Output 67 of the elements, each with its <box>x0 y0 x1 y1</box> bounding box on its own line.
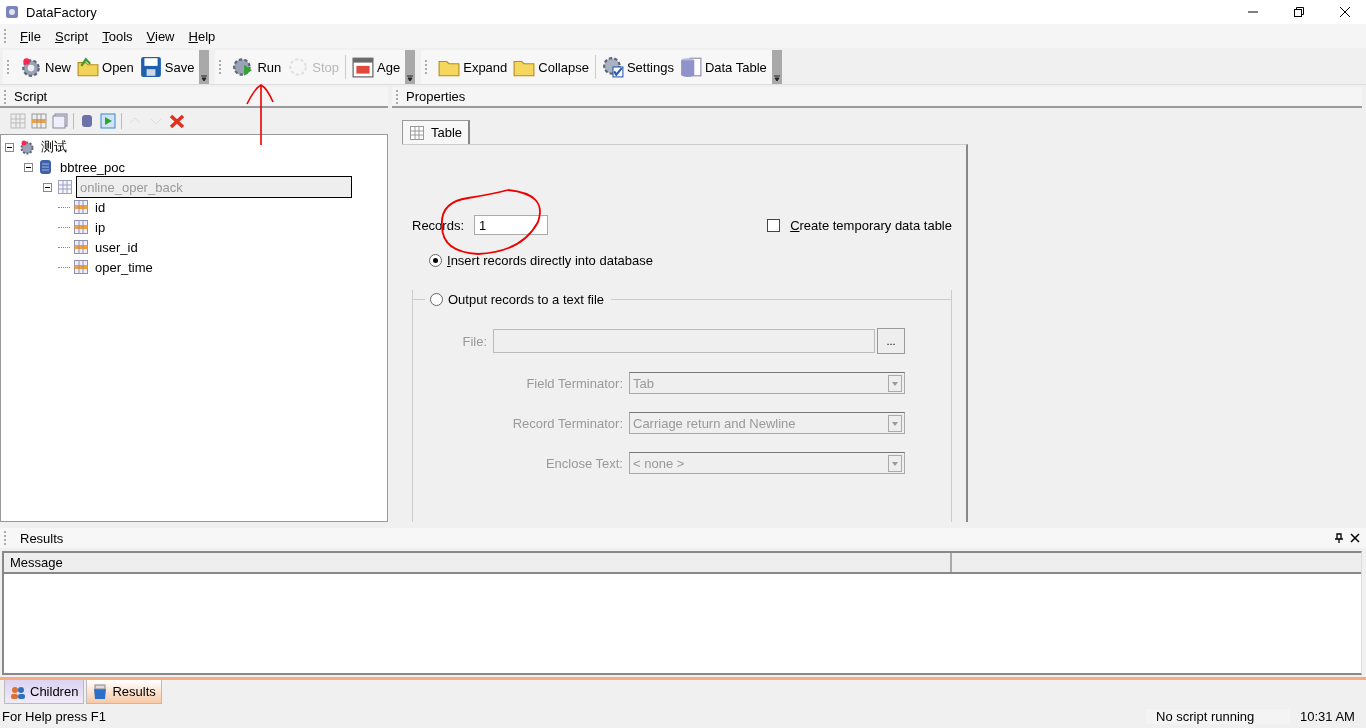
database-icon <box>38 159 54 175</box>
tree-item[interactable]: 测试 <box>38 136 70 158</box>
column-icon <box>73 259 89 275</box>
panel-title: Script <box>14 89 48 104</box>
toolbar-button[interactable]: Collapse <box>510 52 592 82</box>
database-icon <box>679 56 702 78</box>
close-icon[interactable] <box>1340 7 1350 17</box>
gear-icon <box>20 56 42 78</box>
expander-icon[interactable] <box>24 162 33 172</box>
menu-item[interactable]: Script <box>48 28 95 44</box>
tab[interactable]: Table <box>402 120 471 144</box>
pin-icon[interactable] <box>1334 533 1344 543</box>
delete-icon[interactable] <box>169 113 185 129</box>
menu-item[interactable]: View <box>140 28 181 44</box>
tree-item[interactable]: id <box>92 197 109 217</box>
menu-item[interactable]: Tools <box>96 28 139 44</box>
folder-icon <box>77 56 99 78</box>
toolbar-button[interactable]: Run <box>229 52 285 82</box>
select-label: Field Terminator: <box>525 375 623 391</box>
table-icon <box>57 179 73 195</box>
checkbox-label[interactable]: Create temporary data table <box>790 217 952 233</box>
panel-title: Properties <box>406 89 466 104</box>
menu-item[interactable]: File <box>14 28 47 44</box>
checkbox[interactable] <box>767 218 781 232</box>
table-icon <box>409 124 425 141</box>
gear-icon <box>601 56 624 78</box>
calendar-icon <box>352 56 375 78</box>
bucket-icon <box>92 683 109 700</box>
toolbar-button[interactable]: Expand <box>435 52 511 82</box>
gear-icon <box>19 139 35 155</box>
status-time: 10:31 AM <box>1299 708 1356 724</box>
toolbar-button[interactable]: Open <box>74 52 137 82</box>
panel-title: Results <box>20 530 64 546</box>
records-field[interactable]: 1 <box>474 215 549 235</box>
toolbar-button[interactable]: Save <box>136 52 198 82</box>
expander-icon[interactable] <box>5 142 14 152</box>
toolbar-overflow-icon[interactable] <box>199 50 210 84</box>
expander-icon[interactable] <box>43 182 52 192</box>
toolbar-button[interactable]: Age <box>349 52 404 82</box>
database-icon[interactable] <box>79 113 95 129</box>
status-text: No script running <box>1146 708 1290 724</box>
toolbar-overflow-icon[interactable] <box>405 50 416 84</box>
app-icon <box>4 4 20 20</box>
column-icon <box>73 219 89 235</box>
file-label: File: <box>461 333 487 349</box>
select-label: Record Terminator: <box>511 415 623 431</box>
toolbar-button[interactable]: Data Table <box>676 52 770 82</box>
tree-item[interactable]: user_id <box>92 237 141 257</box>
tree-item[interactable]: bbtree_poc <box>57 157 129 177</box>
gear-icon <box>232 56 255 78</box>
select-label: Enclose Text: <box>544 455 623 471</box>
tab[interactable]: Children <box>4 680 85 704</box>
restore-icon[interactable] <box>1294 7 1304 17</box>
tree-item[interactable]: oper_time <box>92 257 156 277</box>
toolbar-button[interactable]: New <box>17 52 74 82</box>
menu-item[interactable]: Help <box>182 28 222 44</box>
tree-item[interactable]: ip <box>92 217 109 237</box>
toolbar-button[interactable]: Settings <box>598 52 677 82</box>
radio-label[interactable]: Insert records directly into database <box>447 253 653 268</box>
column-icon <box>73 239 89 255</box>
column-icon <box>73 199 89 215</box>
radio-button[interactable] <box>429 254 442 267</box>
window-title: DataFactory <box>26 4 97 20</box>
status-text: For Help press F1 <box>2 708 108 724</box>
toolbar-overflow-icon[interactable] <box>771 50 782 84</box>
close-icon[interactable] <box>1350 533 1360 543</box>
tab[interactable]: Results <box>86 680 162 704</box>
